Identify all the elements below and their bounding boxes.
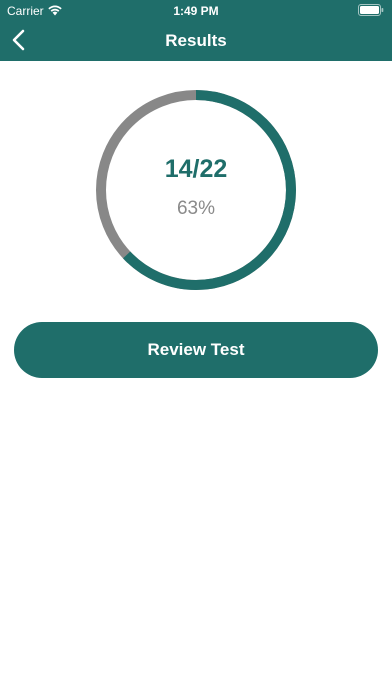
score-progress-ring: 14/22 63% [93, 87, 299, 293]
review-test-button[interactable]: Review Test [14, 322, 378, 378]
score-percent: 63% [176, 198, 216, 219]
nav-bar: Results [0, 20, 392, 61]
progress-ring-graphic [96, 90, 296, 290]
app-header: Carrier 1:49 PM Results [0, 0, 392, 61]
status-bar: Carrier 1:49 PM [0, 0, 392, 20]
review-test-label: Review Test [147, 340, 245, 359]
page-title: Results [165, 31, 227, 50]
status-time: 1:49 PM [173, 4, 219, 18]
score-value: 14/22 [164, 155, 228, 183]
battery-icon [358, 4, 384, 16]
